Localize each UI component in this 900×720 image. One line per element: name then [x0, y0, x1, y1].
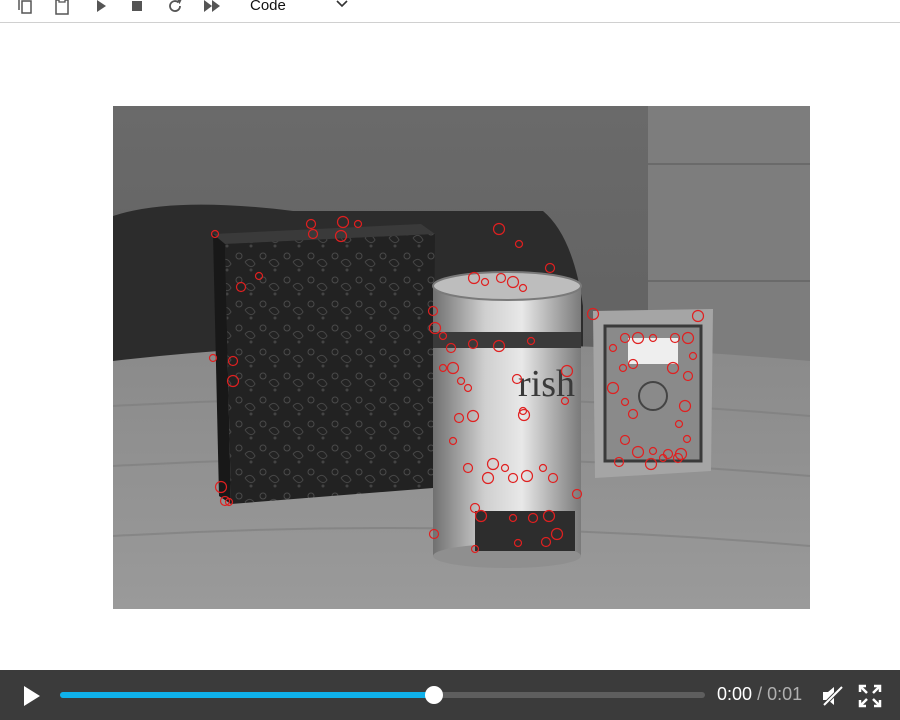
cell-type-select[interactable]: Code: [238, 0, 358, 17]
duration: 0:01: [767, 684, 803, 704]
video-progress-fill: [60, 692, 435, 698]
svg-text:rish: rish: [518, 363, 575, 405]
play-icon: [24, 686, 40, 706]
cell-type-value: Code: [250, 0, 286, 14]
notebook-toolbar: Code: [0, 0, 900, 23]
copy-cells-button[interactable]: [13, 0, 37, 17]
time-separator: /: [757, 684, 763, 704]
restart-run-all-button[interactable]: [200, 0, 224, 17]
video-frame[interactable]: rish: [113, 106, 810, 609]
clipboard-icon: [55, 0, 69, 15]
chevron-down-icon: [336, 0, 348, 8]
video-seek-thumb[interactable]: [425, 686, 444, 704]
video-controls: 0:00 / 0:01: [0, 670, 900, 720]
video-time-display: 0:00 / 0:01: [717, 684, 802, 705]
interrupt-kernel-button[interactable]: [125, 0, 149, 17]
fullscreen-button[interactable]: [857, 683, 883, 709]
restart-kernel-button[interactable]: [163, 0, 187, 17]
video-play-button[interactable]: [18, 683, 44, 709]
video-seek-bar[interactable]: [60, 686, 705, 704]
stop-icon: [132, 1, 142, 11]
fullscreen-icon: [858, 684, 882, 708]
refresh-icon: [169, 0, 182, 12]
paste-cells-button[interactable]: [50, 0, 74, 17]
video-frame-image: rish: [113, 106, 810, 609]
play-icon: [97, 0, 106, 12]
mute-button[interactable]: [820, 683, 846, 709]
current-time: 0:00: [717, 684, 753, 704]
muted-volume-icon: [821, 684, 845, 708]
fast-forward-icon: [204, 0, 220, 12]
copy-icon: [18, 0, 32, 14]
run-cell-button[interactable]: [89, 0, 113, 17]
